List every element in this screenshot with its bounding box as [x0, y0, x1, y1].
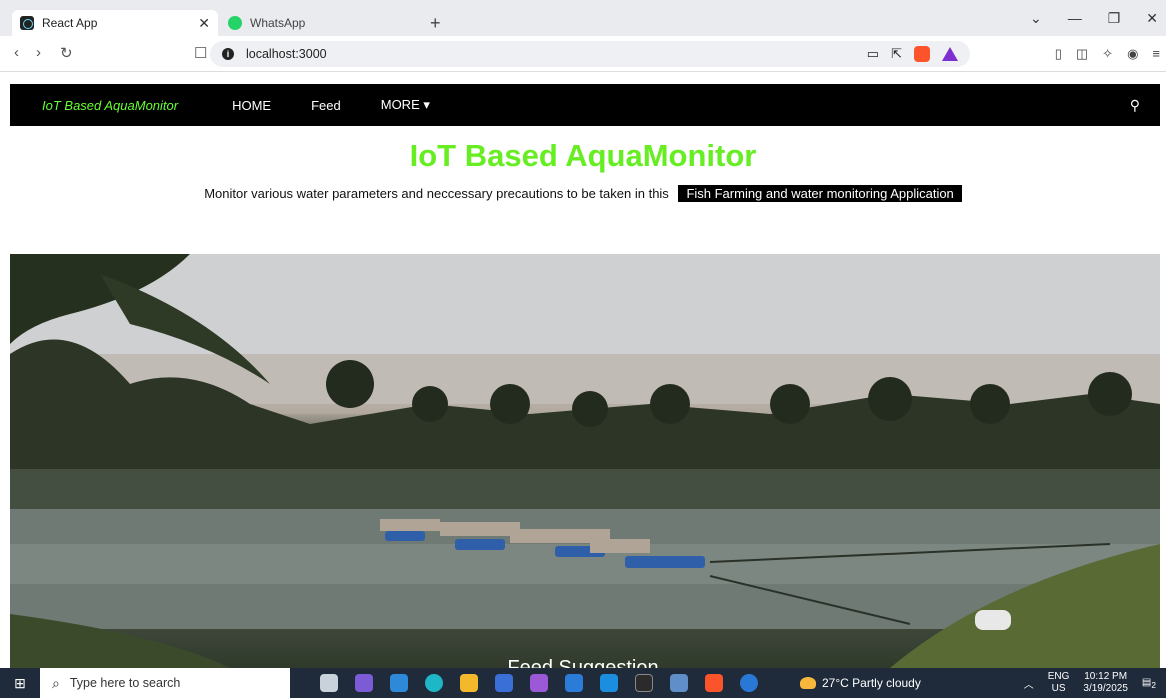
lang-bottom: US: [1051, 683, 1066, 694]
browser-toolbar: ▯ ◫ ✧ ◉ ≡: [1055, 46, 1160, 62]
task-view-icon[interactable]: [320, 674, 338, 692]
notification-count: 2: [1151, 679, 1156, 690]
nav-feed[interactable]: Feed: [311, 98, 341, 113]
taskbar-search[interactable]: ⌕ Type here to search: [40, 668, 290, 698]
address-bar-row: ‹ › ↻ ☐ i localhost:3000 ▭ ⇱ ▯ ◫ ✧ ◉ ≡: [0, 36, 1166, 72]
whatsapp-icon: [228, 16, 242, 30]
site-info-icon[interactable]: i: [222, 48, 234, 60]
windows-taskbar: ⊞ ⌕ Type here to search 27°C Partly clou…: [0, 668, 1166, 698]
caret-down-icon: ▾: [423, 97, 430, 112]
devhome-icon[interactable]: [495, 674, 513, 692]
weather-widget[interactable]: 27°C Partly cloudy: [800, 676, 921, 690]
tray-chevron-icon[interactable]: ︿: [1024, 676, 1034, 691]
bookmark-icon[interactable]: ☐: [194, 44, 207, 62]
brave-shields-icon[interactable]: [914, 46, 930, 62]
taskbar-apps: [320, 674, 758, 692]
tab-title: WhatsApp: [250, 16, 306, 30]
copilot-icon[interactable]: [355, 674, 373, 692]
search-placeholder: Type here to search: [69, 676, 181, 690]
subtitle-highlight: Fish Farming and water monitoring Applic…: [678, 185, 962, 202]
tab-react-app[interactable]: React App ✕: [12, 10, 218, 36]
sidebar-icon[interactable]: ▯: [1055, 46, 1062, 62]
tab-whatsapp[interactable]: WhatsApp: [220, 10, 420, 36]
wallet-icon[interactable]: ◫: [1076, 46, 1088, 62]
page-title: IoT Based AquaMonitor: [409, 138, 757, 173]
brand-link[interactable]: IoT Based AquaMonitor: [42, 98, 178, 113]
react-icon: [20, 16, 34, 30]
app-navbar: IoT Based AquaMonitor HOME Feed MORE ▾ ⚲: [10, 84, 1160, 126]
close-icon[interactable]: ✕: [198, 15, 210, 32]
windows-start-icon[interactable]: ⊞: [0, 668, 40, 698]
pond-scene: [10, 254, 1160, 668]
subtitle-text: Monitor various water parameters and nec…: [204, 186, 669, 201]
python-icon[interactable]: [565, 674, 583, 692]
outlook-icon[interactable]: [390, 674, 408, 692]
weather-text: 27°C Partly cloudy: [822, 676, 921, 690]
cast-icon[interactable]: ▭: [867, 46, 879, 62]
lang-top: ENG: [1047, 671, 1070, 682]
tab-title: React App: [42, 16, 98, 30]
tab-search-icon[interactable]: ⌄: [1030, 10, 1042, 27]
file-explorer-icon[interactable]: [460, 674, 478, 692]
vpn-icon[interactable]: ◉: [1127, 46, 1138, 62]
terminal-icon[interactable]: [635, 674, 653, 692]
reload-icon[interactable]: ↻: [60, 44, 73, 62]
url-field[interactable]: i localhost:3000 ▭ ⇱: [210, 41, 970, 67]
system-tray: ︿ ENG US 10:12 PM 3/19/2025 ▤2: [1024, 671, 1166, 695]
browser-tab-strip: React App ✕ WhatsApp + ⌄ — ❐ ✕: [0, 0, 1166, 36]
clock-time: 10:12 PM: [1084, 671, 1128, 682]
url-text: localhost:3000: [246, 47, 327, 61]
restore-button[interactable]: ❐: [1108, 10, 1121, 27]
search-icon: ⌕: [52, 674, 60, 691]
nav-more-dropdown[interactable]: MORE ▾: [381, 97, 430, 113]
nav-home[interactable]: HOME: [232, 98, 271, 113]
menu-icon[interactable]: ≡: [1152, 46, 1160, 62]
weather-icon: [800, 677, 816, 689]
edge-icon[interactable]: [425, 674, 443, 692]
nav-more-label: MORE: [380, 97, 420, 112]
app-icon[interactable]: [670, 674, 688, 692]
window-controls: ⌄ — ❐ ✕: [1030, 10, 1158, 27]
back-icon[interactable]: ‹: [14, 44, 19, 61]
brave-icon[interactable]: [705, 674, 723, 692]
help-icon[interactable]: [740, 674, 758, 692]
page-subtitle: Monitor various water parameters and nec…: [0, 185, 1166, 202]
carousel-caption: Feed Suggestion: [0, 655, 1166, 668]
share-icon[interactable]: ⇱: [891, 46, 902, 62]
notification-icon[interactable]: ▤2: [1142, 677, 1156, 690]
clock[interactable]: 10:12 PM 3/19/2025: [1083, 671, 1128, 695]
carousel-caption-text: Feed Suggestion: [507, 657, 659, 668]
extensions-icon[interactable]: ✧: [1102, 46, 1113, 62]
language-indicator[interactable]: ENG US: [1048, 671, 1070, 695]
new-tab-button[interactable]: +: [430, 13, 441, 34]
carousel-image-pond: [10, 254, 1160, 668]
close-window-button[interactable]: ✕: [1146, 10, 1158, 27]
clock-date: 3/19/2025: [1083, 683, 1128, 694]
minimize-button[interactable]: —: [1068, 10, 1082, 27]
m365-icon[interactable]: [530, 674, 548, 692]
brave-rewards-icon[interactable]: [942, 47, 958, 61]
forward-icon[interactable]: ›: [36, 44, 41, 61]
vscode-icon[interactable]: [600, 674, 618, 692]
search-icon[interactable]: ⚲: [1130, 97, 1140, 114]
url-actions: ▭ ⇱: [867, 46, 958, 62]
